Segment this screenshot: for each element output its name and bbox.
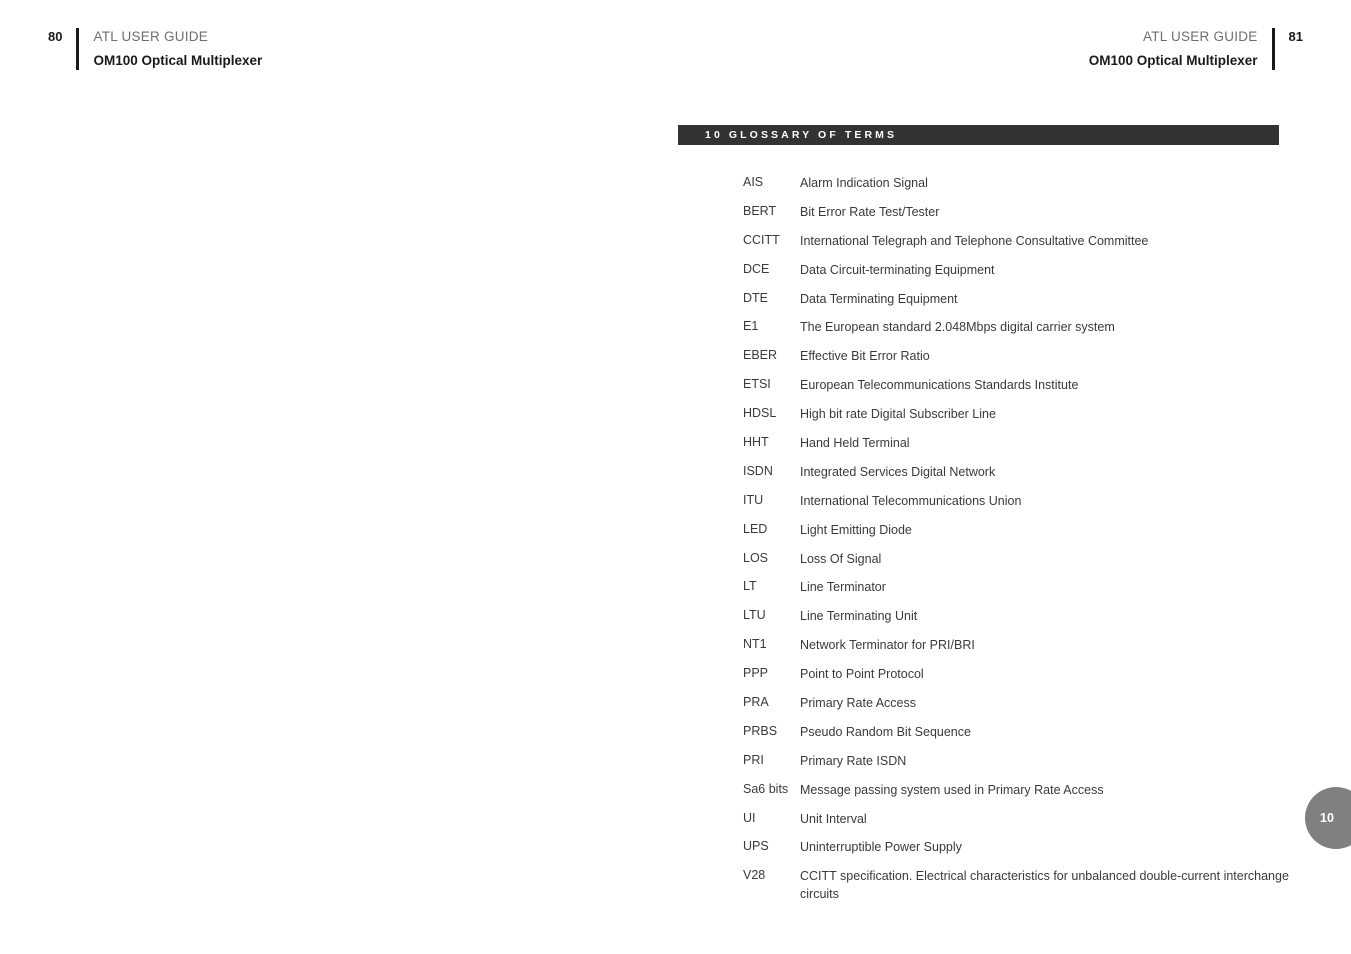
glossary-definition: International Telegraph and Telephone Co… [800,233,1149,248]
glossary-entry: PRI Primary Rate ISDN [743,753,1303,771]
glossary-entry: EBER Effective Bit Error Ratio [743,348,1303,366]
glossary-term: E1 [743,319,759,334]
glossary-term: ITU [743,492,764,507]
guide-title-right: ATL USER GUIDE [1143,29,1258,44]
glossary-definition: Alarm Indication Signal [800,176,928,190]
glossary-entry: V28 CCITT specification. Electrical chara… [743,868,1303,903]
glossary-definition: Effective Bit Error Ratio [800,349,930,364]
glossary-definition: Primary Rate Access [800,696,917,711]
guide-title-left: ATL USER GUIDE [93,29,208,44]
glossary-definition: Light Emitting Diode [800,522,912,537]
glossary-definition: Pseudo Random Bit Sequence [800,724,971,739]
header-divider-right [1271,28,1275,70]
glossary-entry: ISDN Integrated Services Digital Network [743,464,1303,482]
glossary-term: AIS [743,175,764,189]
glossary-term: UPS [743,839,769,854]
glossary-entry: ITU International Telecommunications Unio… [743,493,1303,511]
running-header-right: ATL USER GUIDE OM100 Optical Multiplexer… [1089,28,1303,70]
glossary-term: LOS [743,550,769,565]
glossary-entry: NT1 Network Terminator for PRI/BRI [743,637,1303,655]
glossary-term: HHT [743,435,769,450]
glossary-entry: CCITT International Telegraph and Telepho… [743,233,1303,251]
glossary-definition: Uninterruptible Power Supply [800,840,962,855]
header-titles-left: ATL USER GUIDE OM100 Optical Multiplexer [93,28,262,70]
glossary-term: PRA [743,695,769,710]
glossary-entry: LED Light Emitting Diode [743,522,1303,540]
glossary-definition: The European standard 2.048Mbps digital … [800,320,1115,335]
glossary-entry: LTU Line Terminating Unit [743,608,1303,626]
glossary-term: CCITT [743,232,780,247]
glossary-term: LT [743,579,757,594]
glossary-definition: Network Terminator for PRI/BRI [800,638,975,653]
glossary-entry: PRA Primary Rate Access [743,695,1303,713]
glossary-definition: International Telecommunications Union [800,493,1022,508]
glossary-term: DCE [743,261,770,276]
page-number-left: 80 [48,29,63,44]
glossary-term: PRI [743,752,764,767]
glossary-term: V28 [743,868,766,883]
chapter-thumb-tab: 10 [1305,787,1351,849]
glossary-definition: Point to Point Protocol [800,667,924,682]
glossary-term: PPP [743,666,769,681]
section-banner: 10 GLOSSARY OF TERMS [678,125,1279,145]
glossary-entry: HHT Hand Held Terminal [743,435,1303,453]
glossary-definition: Data Terminating Equipment [800,291,958,306]
glossary-entry: UI Unit Interval [743,811,1303,829]
header-titles-right: ATL USER GUIDE OM100 Optical Multiplexer [1089,28,1258,70]
glossary-term: EBER [743,348,778,363]
glossary-entry: DTE Data Terminating Equipment [743,291,1303,309]
glossary-entry: E1 The European standard 2.048Mbps digita… [743,319,1303,337]
glossary-term: NT1 [743,637,767,652]
glossary-definition: High bit rate Digital Subscriber Line [800,407,996,422]
glossary-entry: HDSL High bit rate Digital Subscriber Lin… [743,406,1303,424]
glossary-definition: Line Terminator [800,580,886,595]
glossary-term: ISDN [743,463,773,478]
glossary-definition: Line Terminating Unit [800,609,918,624]
glossary-entry: Sa6 bits Message passing system used in P… [743,782,1303,800]
glossary-list: AIS Alarm Indication Signal BERT Bit Error … [743,175,1303,915]
glossary-definition: Hand Held Terminal [800,436,910,451]
glossary-definition: Message passing system used in Primary R… [800,782,1104,797]
glossary-entry: LT Line Terminator [743,579,1303,597]
section-banner-title: 10 GLOSSARY OF TERMS [705,129,898,141]
glossary-definition: Primary Rate ISDN [800,753,907,768]
page-number-right: 81 [1288,29,1303,44]
glossary-definition: Unit Interval [800,811,867,826]
glossary-term: DTE [743,290,768,305]
glossary-entry: PRBS Pseudo Random Bit Sequence [743,724,1303,742]
running-header-left: 80 ATL USER GUIDE OM100 Optical Multiple… [48,28,262,70]
glossary-entry: PPP Point to Point Protocol [743,666,1303,684]
glossary-entry: DCE Data Circuit-terminating Equipment [743,262,1303,280]
product-title-left: OM100 Optical Multiplexer [93,52,263,68]
glossary-term: LTU [743,608,766,623]
glossary-definition: CCITT specification. Electrical characte… [800,869,1289,901]
glossary-term: HDSL [743,406,777,421]
glossary-term: Sa6 bits [743,781,789,796]
glossary-definition: Data Circuit-terminating Equipment [800,262,995,277]
chapter-thumb-tab-number: 10 [1320,811,1334,825]
product-title-right: OM100 Optical Multiplexer [1088,52,1258,68]
glossary-definition: European Telecommunications Standards In… [800,378,1079,393]
glossary-definition: Bit Error Rate Test/Tester [800,204,940,219]
glossary-term: BERT [743,203,777,218]
header-divider-left [76,28,80,70]
glossary-definition: Integrated Services Digital Network [800,464,996,479]
glossary-entry: ETSI European Telecommunications Standard… [743,377,1303,395]
glossary-entry: UPS Uninterruptible Power Supply [743,839,1303,857]
glossary-entry: AIS Alarm Indication Signal [743,175,1303,193]
glossary-definition: Loss Of Signal [800,551,882,566]
glossary-entry: LOS Loss Of Signal [743,551,1303,569]
glossary-term: UI [743,810,756,825]
glossary-term: LED [743,521,768,536]
glossary-term: ETSI [743,377,771,392]
glossary-entry: BERT Bit Error Rate Test/Tester [743,204,1303,222]
glossary-term: PRBS [743,723,778,738]
